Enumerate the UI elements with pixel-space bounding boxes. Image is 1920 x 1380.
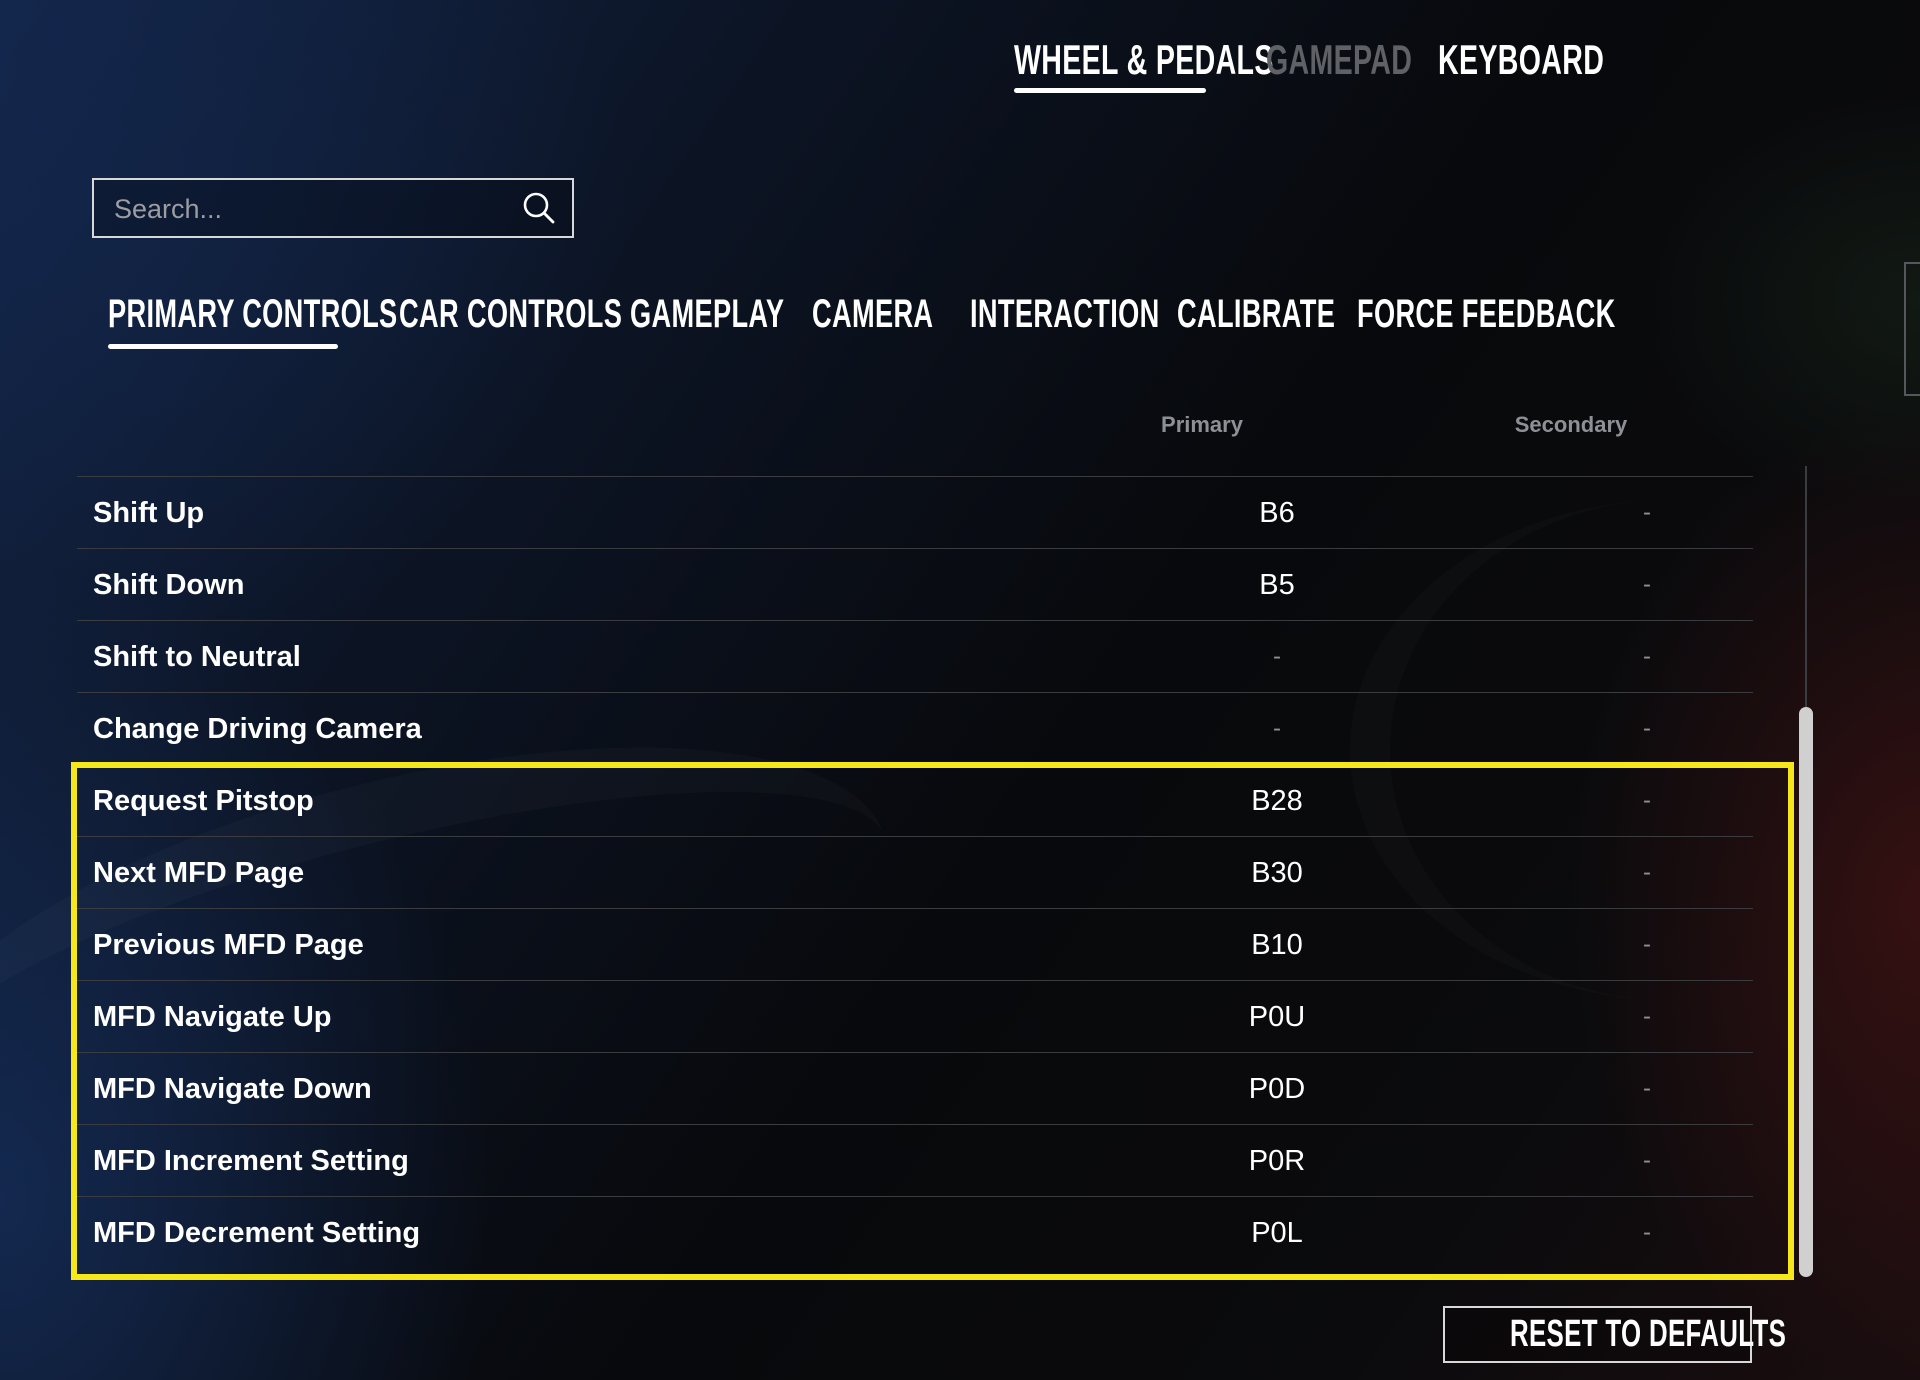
side-panel-edge: [1904, 262, 1920, 396]
table-row[interactable]: Request Pitstop B28 -: [77, 764, 1753, 836]
bindings-table: Shift Up B6 - Shift Down B5 - Shift to N…: [77, 476, 1753, 1268]
tab-wheel-pedals-label: WHEEL & PEDALS: [1014, 36, 1274, 83]
table-row[interactable]: MFD Decrement Setting P0L -: [77, 1196, 1753, 1268]
primary-binding[interactable]: P0L: [1127, 1197, 1427, 1269]
secondary-binding[interactable]: -: [1497, 837, 1797, 909]
primary-binding[interactable]: B5: [1127, 549, 1427, 621]
tab-interaction-label: INTERACTION: [970, 292, 1160, 336]
action-label: MFD Increment Setting: [93, 1145, 409, 1177]
table-row[interactable]: Next MFD Page B30 -: [77, 836, 1753, 908]
search-box: [92, 178, 574, 238]
primary-binding[interactable]: B6: [1127, 477, 1427, 549]
table-row[interactable]: MFD Navigate Up P0U -: [77, 980, 1753, 1052]
table-row[interactable]: MFD Increment Setting P0R -: [77, 1124, 1753, 1196]
table-row[interactable]: Shift Up B6 -: [77, 476, 1753, 548]
action-label: MFD Navigate Up: [93, 1001, 332, 1033]
secondary-binding[interactable]: -: [1497, 765, 1797, 837]
tab-force-feedback-label: FORCE FEEDBACK: [1357, 292, 1616, 336]
action-label: Shift to Neutral: [93, 641, 301, 673]
active-subtab-underline: [108, 344, 338, 349]
secondary-binding[interactable]: -: [1497, 693, 1797, 765]
reset-to-defaults-button[interactable]: RESET TO DEFAULTS: [1443, 1306, 1786, 1363]
secondary-binding[interactable]: -: [1497, 1125, 1797, 1197]
secondary-binding[interactable]: -: [1497, 621, 1797, 693]
primary-binding[interactable]: -: [1127, 621, 1427, 693]
secondary-binding[interactable]: -: [1497, 909, 1797, 981]
action-label: MFD Navigate Down: [93, 1073, 372, 1105]
table-row[interactable]: Shift Down B5 -: [77, 548, 1753, 620]
primary-binding[interactable]: B10: [1127, 909, 1427, 981]
table-row[interactable]: Previous MFD Page B10 -: [77, 908, 1753, 980]
device-tabs: WHEEL & PEDALS GAMEPAD KEYBOARD: [0, 0, 1920, 110]
tab-car-controls-label: CAR CONTROLS: [399, 292, 623, 336]
active-tab-underline: [1014, 88, 1206, 93]
table-row[interactable]: Change Driving Camera - -: [77, 692, 1753, 764]
column-header-secondary: Secondary: [1514, 412, 1628, 437]
primary-binding[interactable]: P0D: [1127, 1053, 1427, 1125]
primary-binding[interactable]: P0R: [1127, 1125, 1427, 1197]
tab-keyboard-label: KEYBOARD: [1438, 36, 1605, 83]
action-label: Change Driving Camera: [93, 713, 422, 745]
tab-keyboard[interactable]: KEYBOARD: [1438, 34, 1682, 94]
table-row[interactable]: Shift to Neutral - -: [77, 620, 1753, 692]
column-header-primary: Primary: [1161, 412, 1243, 437]
secondary-binding[interactable]: -: [1497, 477, 1797, 549]
action-label: MFD Decrement Setting: [93, 1217, 421, 1249]
secondary-binding[interactable]: -: [1497, 1053, 1797, 1125]
tab-camera-label: CAMERA: [812, 292, 934, 336]
action-label: Previous MFD Page: [93, 929, 364, 961]
action-label: Request Pitstop: [93, 785, 314, 817]
action-label: Next MFD Page: [93, 857, 305, 889]
tab-force-feedback[interactable]: FORCE FEEDBACK: [1357, 288, 1737, 352]
tab-calibrate-label: CALIBRATE: [1177, 292, 1336, 336]
secondary-binding[interactable]: -: [1497, 1197, 1797, 1269]
action-label: Shift Down: [93, 569, 245, 601]
primary-binding[interactable]: P0U: [1127, 981, 1427, 1053]
primary-binding[interactable]: -: [1127, 693, 1427, 765]
category-tabs: PRIMARY CONTROLS CAR CONTROLS GAMEPLAY C…: [0, 280, 1920, 360]
primary-binding[interactable]: B30: [1127, 837, 1427, 909]
primary-binding[interactable]: B28: [1127, 765, 1427, 837]
secondary-binding[interactable]: -: [1497, 981, 1797, 1053]
search-icon[interactable]: [522, 191, 556, 225]
tab-camera[interactable]: CAMERA: [812, 288, 991, 352]
table-row[interactable]: MFD Navigate Down P0D -: [77, 1052, 1753, 1124]
tab-primary-controls-label: PRIMARY CONTROLS: [108, 292, 398, 336]
reset-to-defaults-label: RESET TO DEFAULTS: [1509, 1313, 1787, 1355]
scrollbar-thumb[interactable]: [1799, 707, 1813, 1277]
secondary-binding[interactable]: -: [1497, 549, 1797, 621]
search-input[interactable]: [112, 180, 516, 238]
tab-gameplay-label: GAMEPLAY: [630, 292, 785, 336]
tab-gamepad-label: GAMEPAD: [1266, 36, 1413, 83]
action-label: Shift Up: [93, 497, 205, 529]
